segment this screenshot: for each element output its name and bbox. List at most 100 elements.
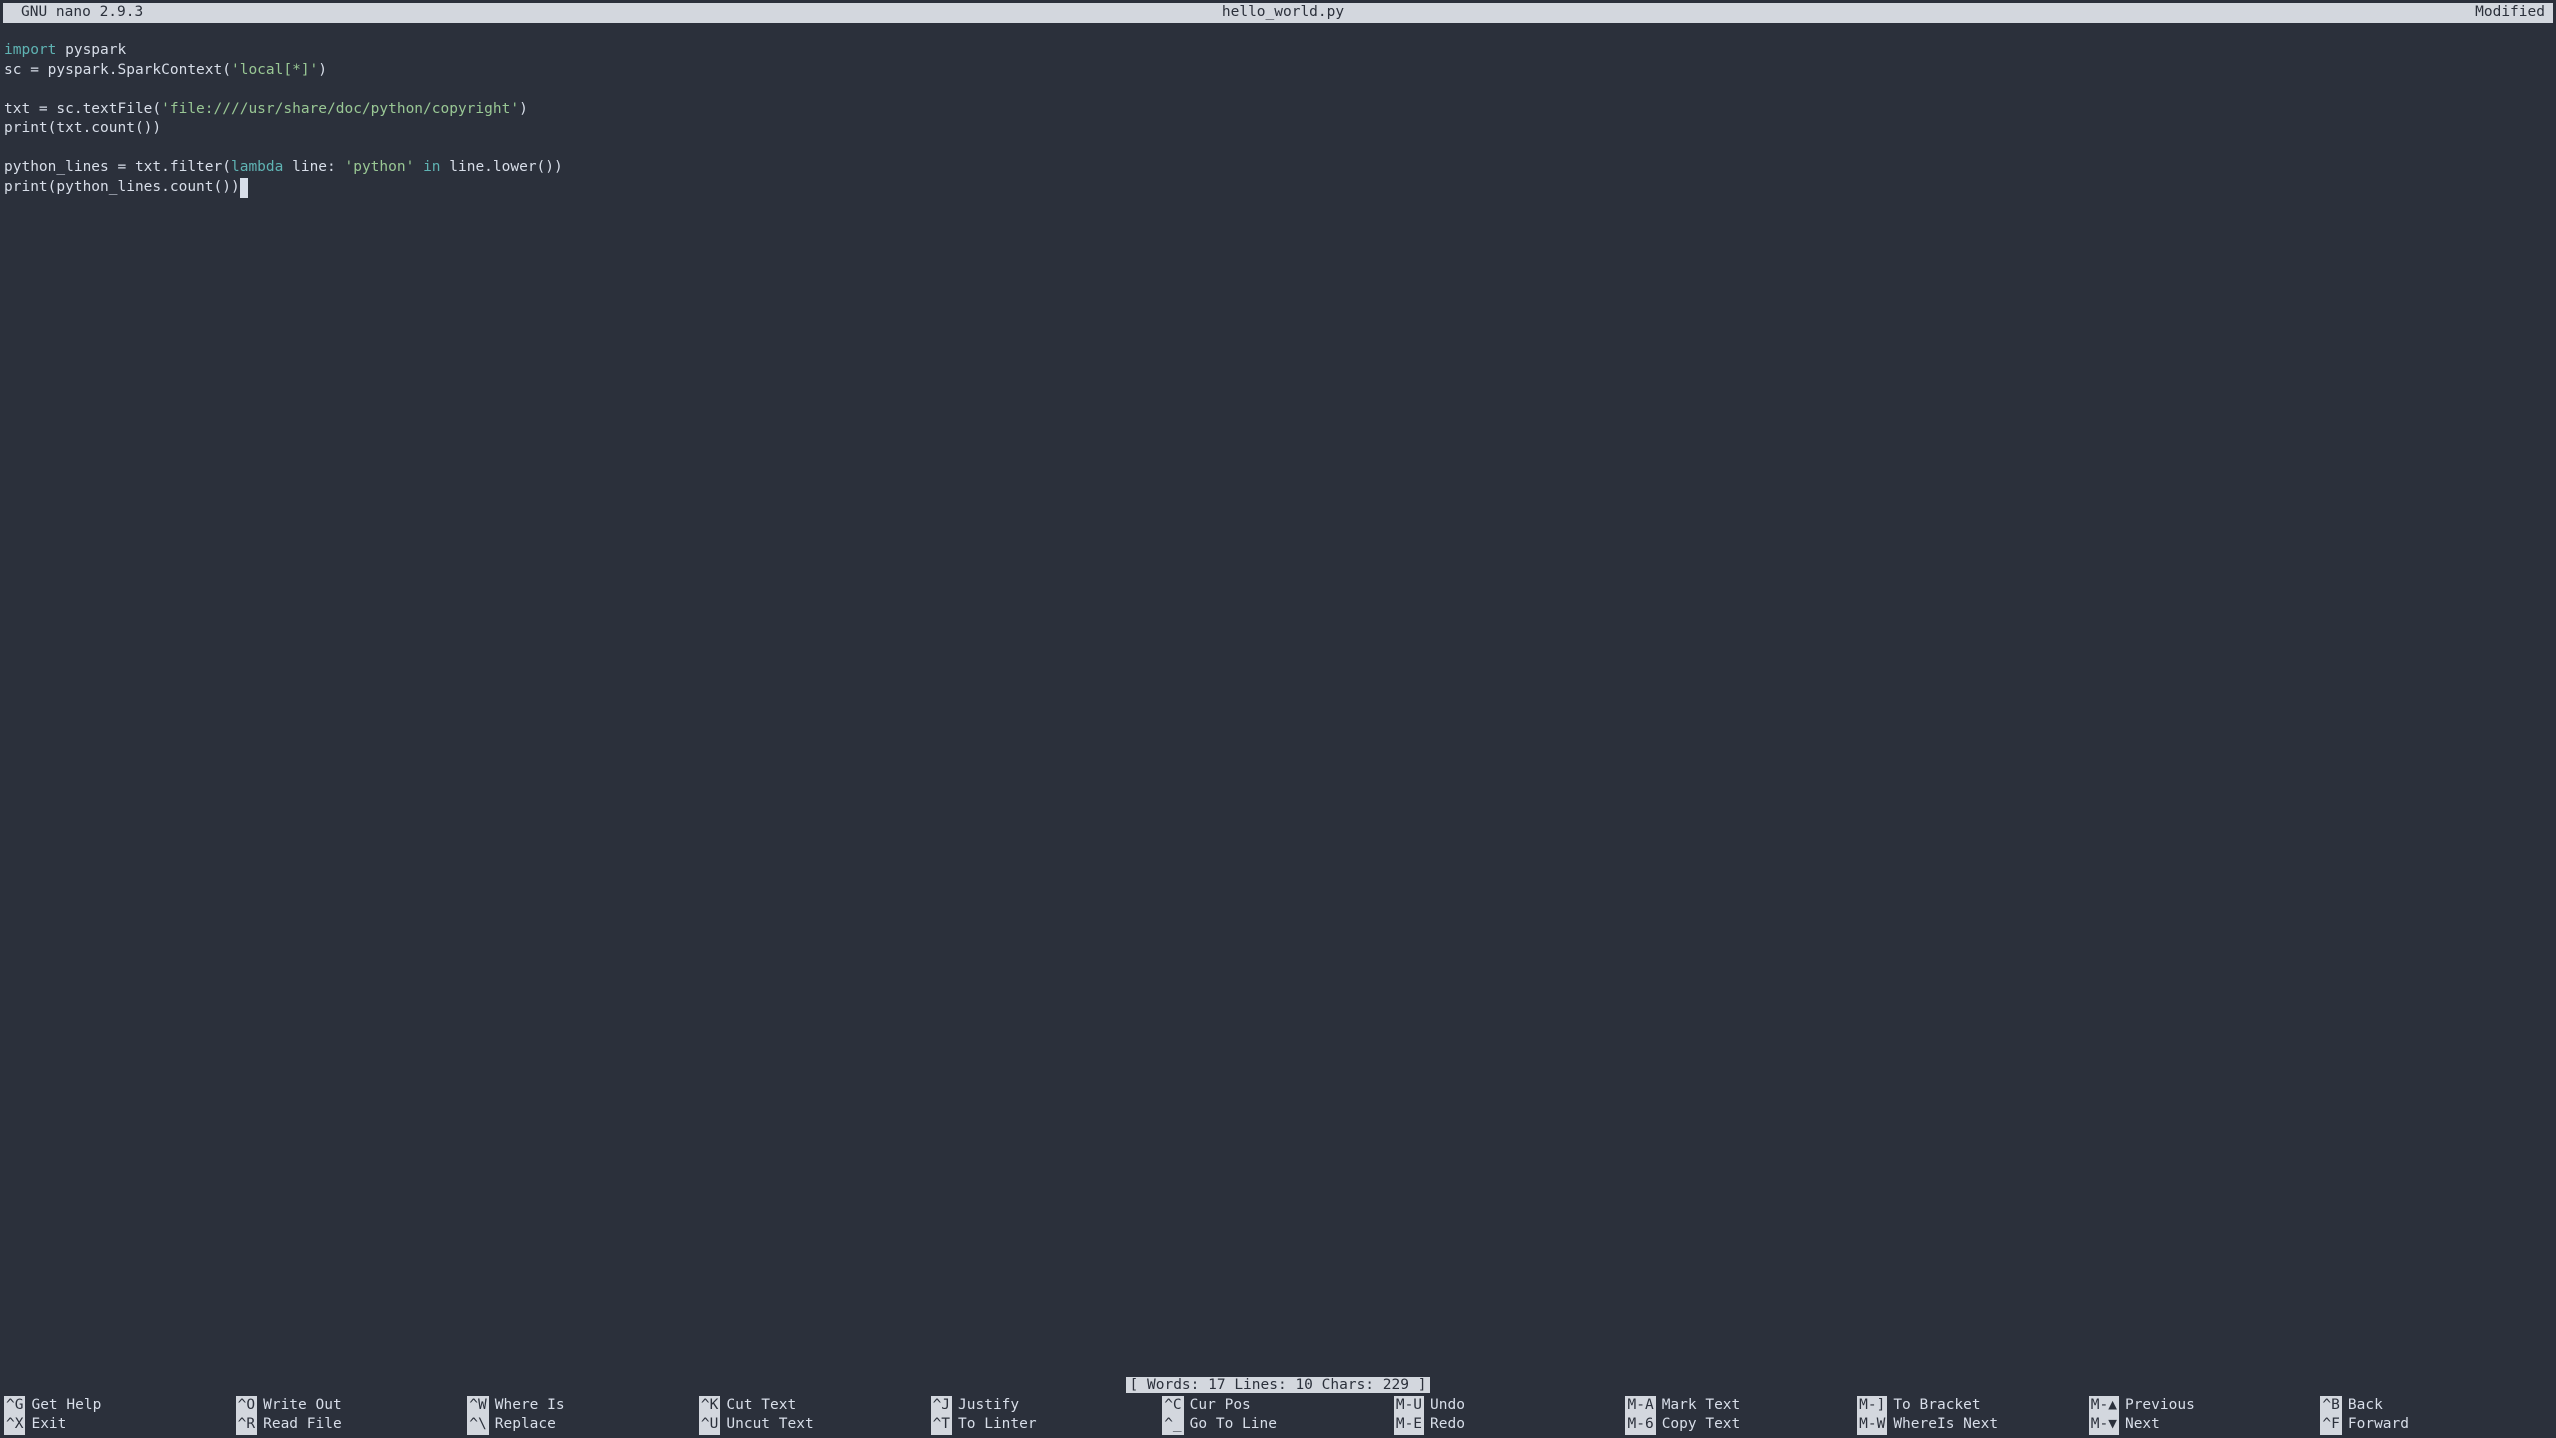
shortcut-item[interactable]: ^JJustify — [931, 1396, 1163, 1416]
shortcut-item[interactable]: ^KCut Text — [699, 1396, 931, 1416]
code-token: line: — [283, 159, 344, 175]
shortcut-label: Go To Line — [1184, 1415, 1277, 1435]
shortcut-item[interactable]: M-AMark Text — [1625, 1396, 1857, 1416]
shortcut-key: M-E — [1394, 1415, 1424, 1435]
shortcut-key: ^W — [467, 1396, 488, 1416]
shortcut-key: M-W — [1857, 1415, 1887, 1435]
shortcut-key: ^J — [931, 1396, 952, 1416]
filename: hello_world.py — [862, 3, 1703, 23]
shortcut-key: M-A — [1625, 1396, 1655, 1416]
shortcut-label: Mark Text — [1656, 1396, 1741, 1416]
shortcut-key: ^K — [699, 1396, 720, 1416]
shortcut-item[interactable]: ^UUncut Text — [699, 1415, 931, 1435]
shortcut-label: Cut Text — [720, 1396, 796, 1416]
code-token: print(python_lines.count()) — [4, 179, 240, 195]
shortcut-row: ^GGet Help^OWrite Out^WWhere Is^KCut Tex… — [4, 1396, 2552, 1416]
shortcut-label: Uncut Text — [720, 1415, 813, 1435]
status-bar-content: [ Words: 17 Lines: 10 Chars: 229 ] — [1126, 1377, 1431, 1393]
shortcut-key: ^T — [931, 1415, 952, 1435]
shortcut-item[interactable]: ^OWrite Out — [236, 1396, 468, 1416]
shortcut-label: Write Out — [257, 1396, 342, 1416]
shortcut-label: Back — [2342, 1396, 2383, 1416]
shortcut-label: Next — [2119, 1415, 2160, 1435]
code-line[interactable] — [4, 139, 2552, 159]
shortcut-key: M-▼ — [2089, 1415, 2119, 1435]
shortcut-key: M-6 — [1625, 1415, 1655, 1435]
shortcut-label: Exit — [25, 1415, 66, 1435]
shortcut-label: To Linter — [952, 1415, 1037, 1435]
shortcut-key: ^C — [1162, 1396, 1183, 1416]
code-line[interactable]: import pyspark — [4, 41, 2552, 61]
shortcut-key: M-▲ — [2089, 1396, 2119, 1416]
shortcut-item[interactable]: M-▲Previous — [2089, 1396, 2321, 1416]
shortcut-key: ^G — [4, 1396, 25, 1416]
code-line[interactable]: print(txt.count()) — [4, 119, 2552, 139]
code-token: pyspark — [56, 42, 126, 58]
shortcut-row: ^XExit^RRead File^\Replace^UUncut Text^T… — [4, 1415, 2552, 1435]
shortcut-key: ^F — [2320, 1415, 2341, 1435]
shortcut-label: Where Is — [489, 1396, 565, 1416]
shortcut-label: Replace — [489, 1415, 556, 1435]
shortcut-item[interactable]: M-6Copy Text — [1625, 1415, 1857, 1435]
code-line[interactable]: print(python_lines.count()) — [4, 178, 2552, 198]
shortcut-item[interactable]: ^CCur Pos — [1162, 1396, 1394, 1416]
code-token: import — [4, 42, 56, 58]
shortcut-item[interactable]: ^_Go To Line — [1162, 1415, 1394, 1435]
shortcut-bar: ^GGet Help^OWrite Out^WWhere Is^KCut Tex… — [0, 1396, 2556, 1438]
code-token: sc = pyspark.SparkContext( — [4, 62, 231, 78]
shortcut-label: Get Help — [25, 1396, 101, 1416]
modified-status: Modified — [1704, 3, 2549, 23]
code-token: 'file:////usr/share/doc/python/copyright… — [161, 101, 519, 117]
shortcut-label: Copy Text — [1656, 1415, 1741, 1435]
code-line[interactable]: sc = pyspark.SparkContext('local[*]') — [4, 61, 2552, 81]
shortcut-label: Previous — [2119, 1396, 2195, 1416]
code-line[interactable] — [4, 80, 2552, 100]
shortcut-item[interactable]: ^WWhere Is — [467, 1396, 699, 1416]
code-token — [414, 159, 423, 175]
code-token: in — [423, 159, 440, 175]
shortcut-key: ^B — [2320, 1396, 2341, 1416]
shortcut-item[interactable]: ^XExit — [4, 1415, 236, 1435]
code-token: lambda — [231, 159, 283, 175]
editor-area[interactable]: import pysparksc = pyspark.SparkContext(… — [0, 23, 2556, 1376]
shortcut-label: Forward — [2342, 1415, 2409, 1435]
shortcut-item[interactable]: M-]To Bracket — [1857, 1396, 2089, 1416]
status-bar: [ Words: 17 Lines: 10 Chars: 229 ] — [0, 1376, 2556, 1396]
shortcut-key: ^R — [236, 1415, 257, 1435]
shortcut-key: ^U — [699, 1415, 720, 1435]
cursor — [240, 178, 249, 198]
shortcut-key: ^_ — [1162, 1415, 1183, 1435]
shortcut-key: ^X — [4, 1415, 25, 1435]
shortcut-key: ^\ — [467, 1415, 488, 1435]
shortcut-label: Read File — [257, 1415, 342, 1435]
shortcut-item[interactable]: ^RRead File — [236, 1415, 468, 1435]
shortcut-item[interactable]: M-WWhereIs Next — [1857, 1415, 2089, 1435]
shortcut-item[interactable]: ^\Replace — [467, 1415, 699, 1435]
code-token: line.lower()) — [441, 159, 563, 175]
code-line[interactable]: python_lines = txt.filter(lambda line: '… — [4, 158, 2552, 178]
app-name: GNU nano 2.9.3 — [7, 3, 862, 23]
shortcut-item[interactable]: M-UUndo — [1394, 1396, 1626, 1416]
title-bar: GNU nano 2.9.3 hello_world.py Modified — [3, 3, 2553, 23]
code-token: ) — [519, 101, 528, 117]
shortcut-label: WhereIs Next — [1887, 1415, 1998, 1435]
shortcut-label: Cur Pos — [1184, 1396, 1251, 1416]
shortcut-item[interactable]: ^BBack — [2320, 1396, 2552, 1416]
code-token: 'python' — [344, 159, 414, 175]
shortcut-key: ^O — [236, 1396, 257, 1416]
shortcut-key: M-] — [1857, 1396, 1887, 1416]
code-token: 'local[*]' — [231, 62, 318, 78]
shortcut-key: M-U — [1394, 1396, 1424, 1416]
shortcut-label: To Bracket — [1887, 1396, 1980, 1416]
shortcut-item[interactable]: ^GGet Help — [4, 1396, 236, 1416]
shortcut-item[interactable]: M-ERedo — [1394, 1415, 1626, 1435]
shortcut-label: Justify — [952, 1396, 1019, 1416]
code-token: python_lines = txt.filter( — [4, 159, 231, 175]
shortcut-item[interactable]: ^FForward — [2320, 1415, 2552, 1435]
shortcut-item[interactable]: ^TTo Linter — [931, 1415, 1163, 1435]
code-token: ) — [318, 62, 327, 78]
code-line[interactable]: txt = sc.textFile('file:////usr/share/do… — [4, 100, 2552, 120]
code-token: print(txt.count()) — [4, 120, 161, 136]
shortcut-label: Undo — [1424, 1396, 1465, 1416]
shortcut-item[interactable]: M-▼Next — [2089, 1415, 2321, 1435]
